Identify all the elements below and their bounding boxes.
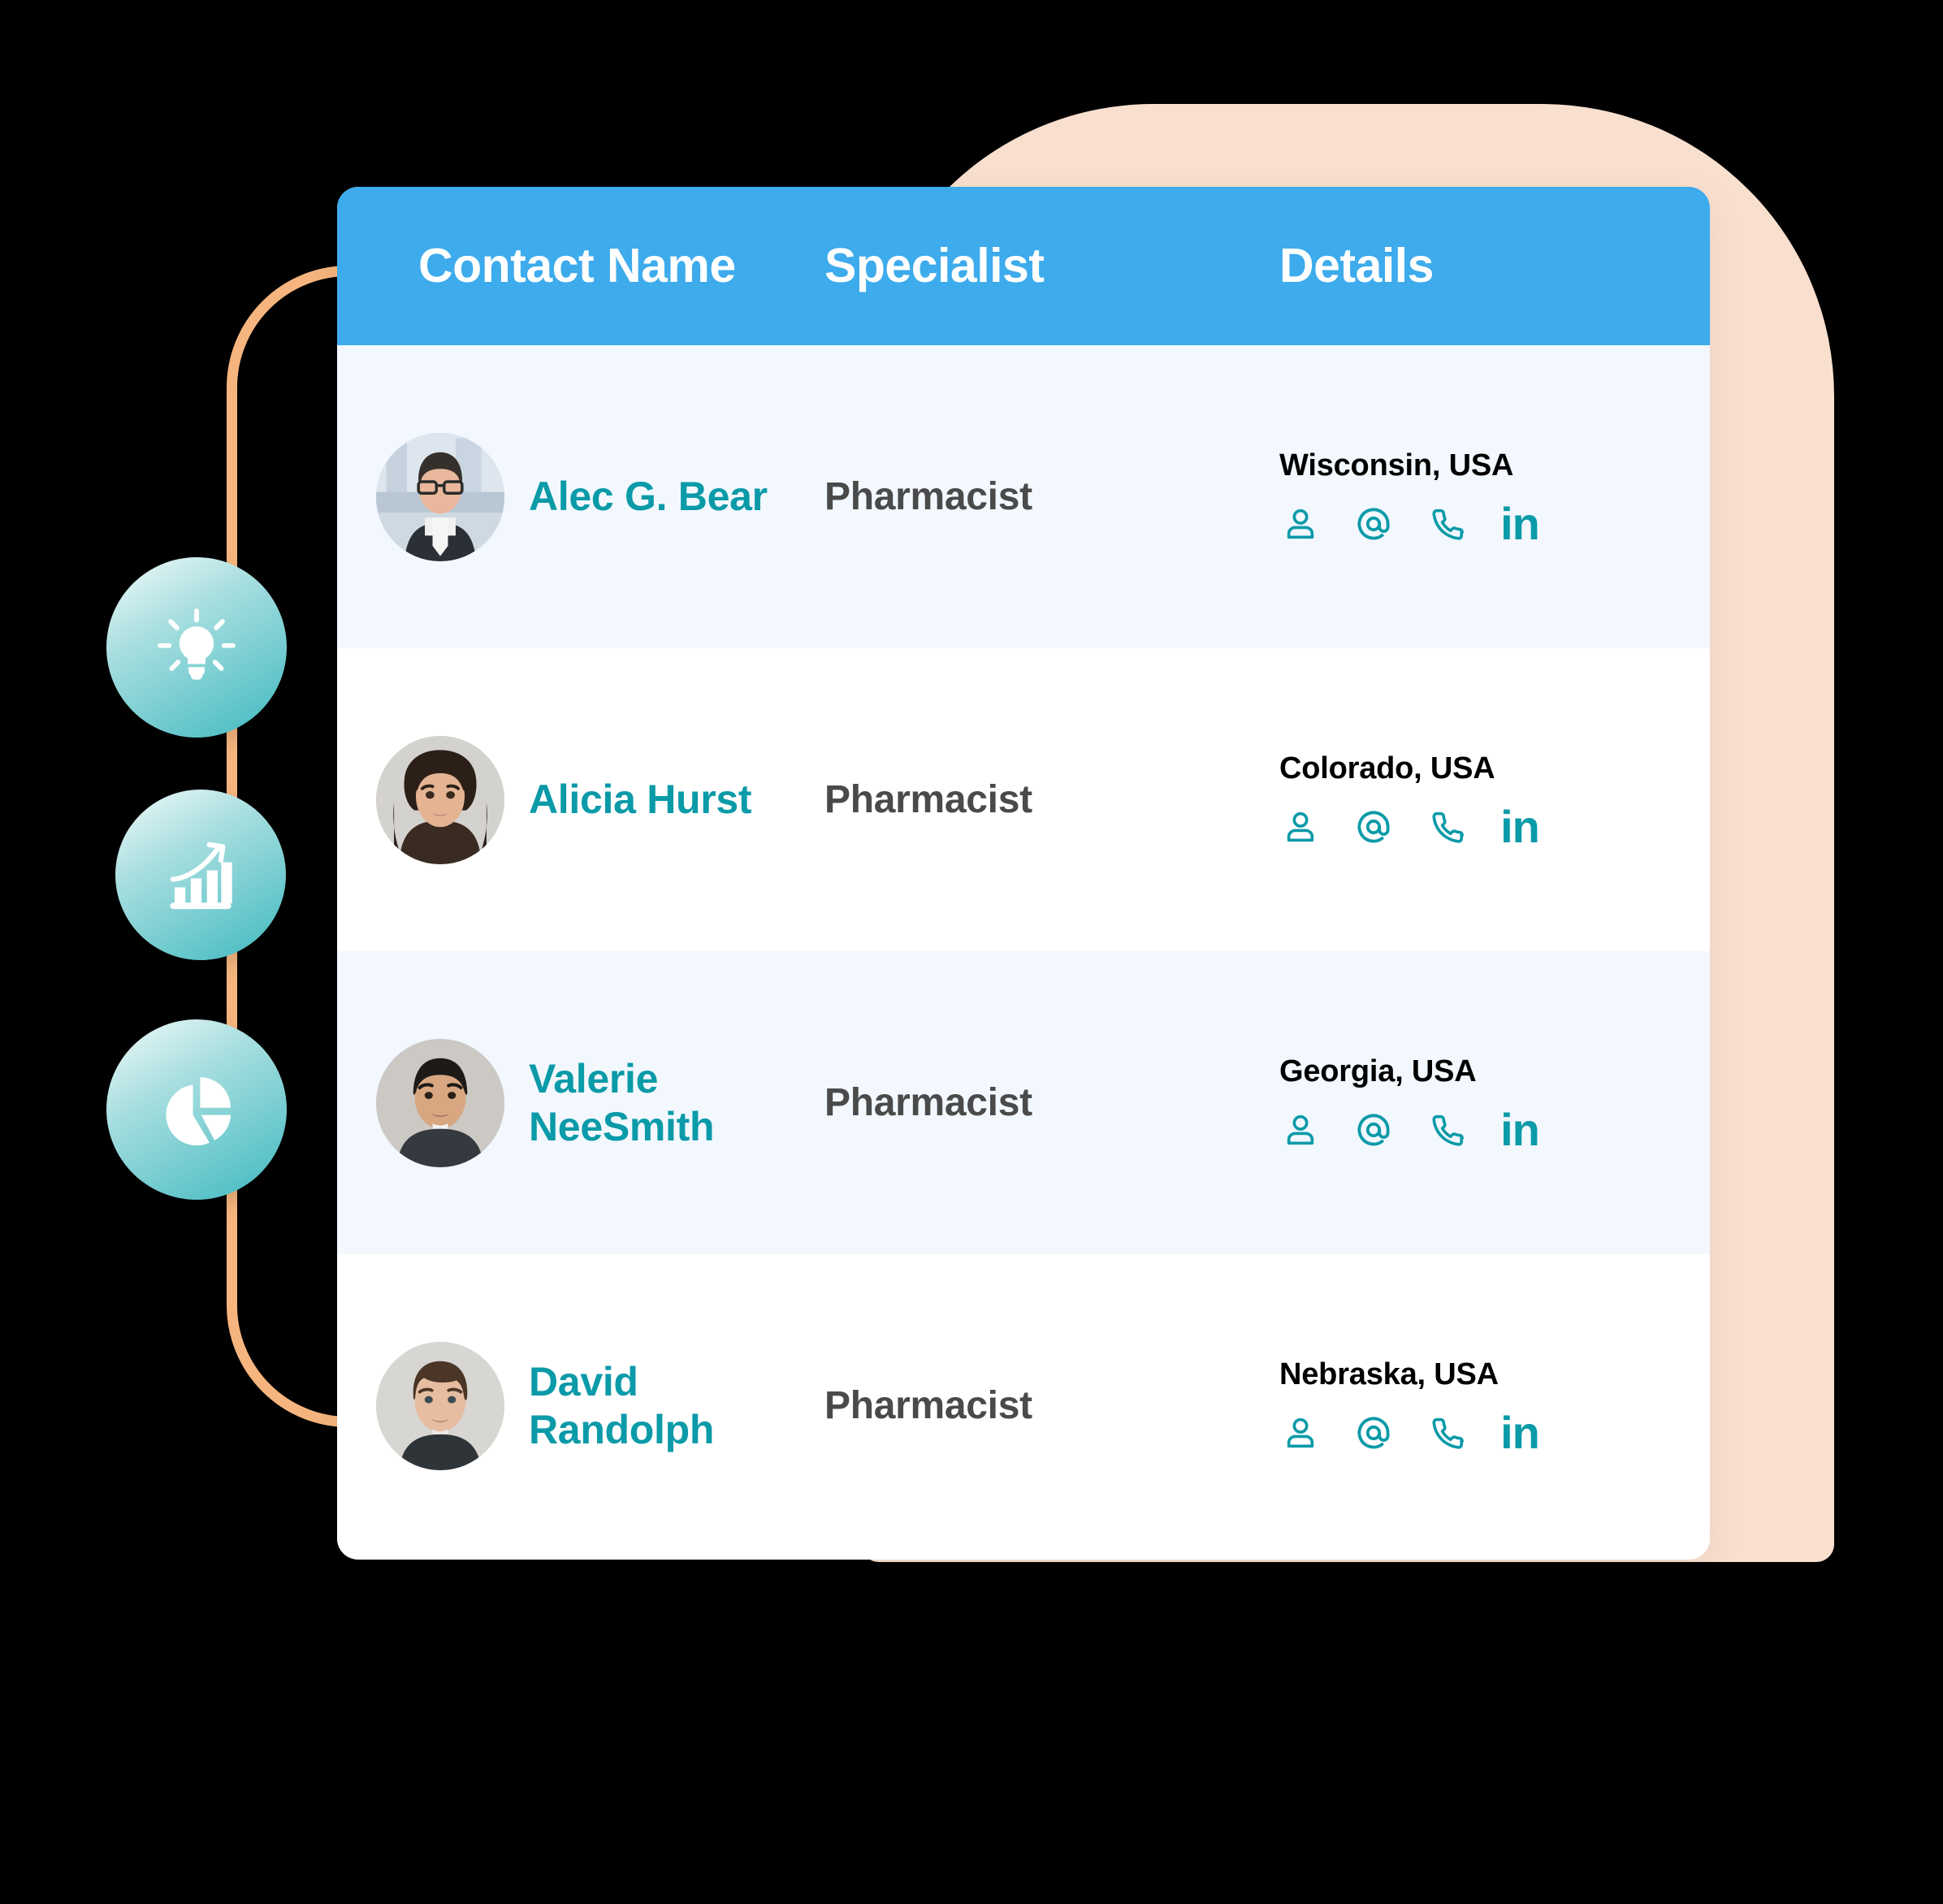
phone-icon[interactable] xyxy=(1426,503,1468,545)
cell-details: Wisconsin, USA in xyxy=(1247,448,1710,546)
person-icon[interactable] xyxy=(1279,1412,1322,1454)
avatar xyxy=(376,1341,504,1470)
location-label: Nebraska, USA xyxy=(1279,1357,1499,1391)
column-header-details: Details xyxy=(1279,239,1434,292)
cell-contact-name: David Randolph xyxy=(337,1341,792,1470)
detail-icon-group: in xyxy=(1279,500,1710,546)
email-at-icon[interactable] xyxy=(1352,1412,1395,1454)
badge-pie-chart[interactable] xyxy=(106,1019,287,1200)
specialist-label: Pharmacist xyxy=(824,475,1032,518)
detail-icon-group: in xyxy=(1279,1409,1710,1455)
avatar xyxy=(376,1038,504,1167)
contact-name-link[interactable]: Valerie NeeSmith xyxy=(529,1055,781,1151)
avatar xyxy=(376,735,504,864)
email-at-icon[interactable] xyxy=(1352,503,1395,545)
pie-chart-icon xyxy=(154,1067,240,1153)
cell-details: Georgia, USA in xyxy=(1247,1054,1710,1152)
specialist-label: Pharmacist xyxy=(824,1384,1032,1427)
cell-details: Colorado, USA in xyxy=(1247,751,1710,849)
person-icon[interactable] xyxy=(1279,806,1322,848)
person-icon[interactable] xyxy=(1279,1109,1322,1151)
screenshot-stage: Contact Name Specialist Details Alec G. … xyxy=(0,0,1943,1904)
contact-name-link[interactable]: David Randolph xyxy=(529,1358,781,1454)
avatar xyxy=(376,432,504,561)
phone-icon[interactable] xyxy=(1426,806,1468,848)
linkedin-icon[interactable]: in xyxy=(1499,803,1541,849)
contacts-table-card: Contact Name Specialist Details Alec G. … xyxy=(337,187,1710,1560)
location-label: Georgia, USA xyxy=(1279,1054,1477,1088)
cell-contact-name: Alicia Hurst xyxy=(337,735,792,864)
contact-name-link[interactable]: Alicia Hurst xyxy=(529,776,752,824)
table-header-row: Contact Name Specialist Details xyxy=(337,187,1710,345)
location-label: Wisconsin, USA xyxy=(1279,448,1514,482)
column-header-specialist: Specialist xyxy=(824,239,1045,292)
table-row[interactable]: Alec G. Bear Pharmacist Wisconsin, USA i… xyxy=(337,345,1710,648)
email-at-icon[interactable] xyxy=(1352,1109,1395,1151)
badge-growth-chart[interactable] xyxy=(115,790,286,960)
contact-name-link[interactable]: Alec G. Bear xyxy=(529,473,768,521)
cell-specialist: Pharmacist xyxy=(792,1080,1247,1125)
table-row[interactable]: David Randolph Pharmacist Nebraska, USA xyxy=(337,1254,1710,1557)
location-label: Colorado, USA xyxy=(1279,751,1495,785)
phone-icon[interactable] xyxy=(1426,1109,1468,1151)
linkedin-icon[interactable]: in xyxy=(1499,1106,1541,1152)
specialist-label: Pharmacist xyxy=(824,1081,1032,1124)
growth-bar-chart-icon xyxy=(158,832,244,918)
linkedin-icon[interactable]: in xyxy=(1499,1409,1541,1455)
linkedin-icon[interactable]: in xyxy=(1499,500,1541,546)
column-header-contact-name: Contact Name xyxy=(418,239,736,292)
detail-icon-group: in xyxy=(1279,1106,1710,1152)
detail-icon-group: in xyxy=(1279,803,1710,849)
cell-specialist: Pharmacist xyxy=(792,474,1247,519)
cell-specialist: Pharmacist xyxy=(792,1383,1247,1428)
badge-lightbulb[interactable] xyxy=(106,557,287,738)
lightbulb-icon xyxy=(153,604,240,691)
phone-icon[interactable] xyxy=(1426,1412,1468,1454)
specialist-label: Pharmacist xyxy=(824,778,1032,821)
email-at-icon[interactable] xyxy=(1352,806,1395,848)
cell-specialist: Pharmacist xyxy=(792,777,1247,822)
cell-contact-name: Valerie NeeSmith xyxy=(337,1038,792,1167)
table-row[interactable]: Alicia Hurst Pharmacist Colorado, USA in xyxy=(337,648,1710,951)
table-row[interactable]: Valerie NeeSmith Pharmacist Georgia, USA xyxy=(337,951,1710,1254)
person-icon[interactable] xyxy=(1279,503,1322,545)
cell-details: Nebraska, USA in xyxy=(1247,1357,1710,1455)
cell-contact-name: Alec G. Bear xyxy=(337,432,792,561)
